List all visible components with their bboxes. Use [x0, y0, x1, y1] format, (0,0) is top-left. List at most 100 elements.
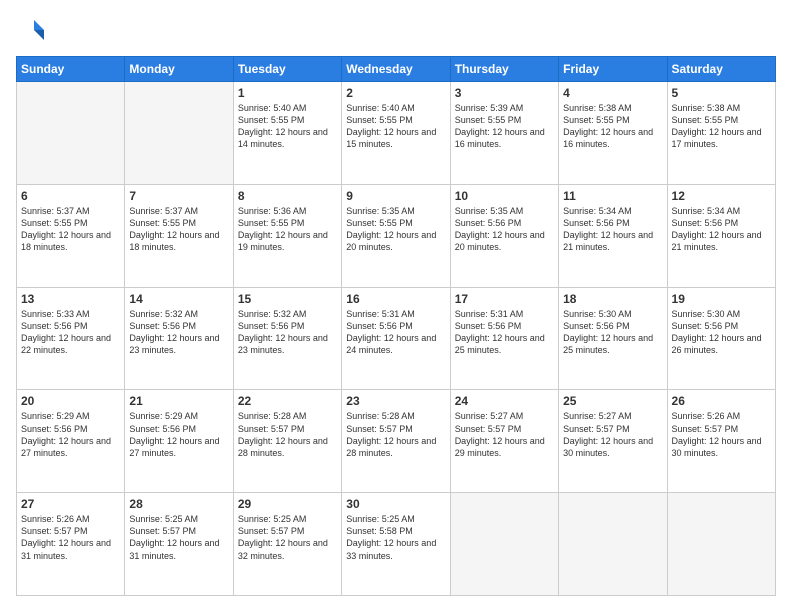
- calendar-cell: 9 Sunrise: 5:35 AM Sunset: 5:55 PM Daylig…: [342, 184, 450, 287]
- calendar-cell: 21 Sunrise: 5:29 AM Sunset: 5:56 PM Dayli…: [125, 390, 233, 493]
- calendar-week-row: 27 Sunrise: 5:26 AM Sunset: 5:57 PM Dayli…: [17, 493, 776, 596]
- day-info: Sunrise: 5:29 AM Sunset: 5:56 PM Dayligh…: [21, 410, 120, 459]
- day-info: Sunrise: 5:31 AM Sunset: 5:56 PM Dayligh…: [346, 308, 445, 357]
- calendar-cell: 24Sunrise: 5:27 AM Sunset: 5:57 PM Dayli…: [450, 390, 558, 493]
- calendar-cell: 30 Sunrise: 5:25 AM Sunset: 5:58 PM Dayli…: [342, 493, 450, 596]
- day-number: 6: [21, 189, 120, 203]
- day-info: Sunrise: 5:25 AM Sunset: 5:57 PM Dayligh…: [238, 513, 337, 562]
- weekday-header: Sunday: [17, 57, 125, 82]
- day-number: 23: [346, 394, 445, 408]
- calendar-cell: 6Sunrise: 5:37 AM Sunset: 5:55 PM Daylig…: [17, 184, 125, 287]
- page: SundayMondayTuesdayWednesdayThursdayFrid…: [0, 0, 792, 612]
- day-info: Sunrise: 5:32 AM Sunset: 5:56 PM Dayligh…: [129, 308, 228, 357]
- day-number: 30: [346, 497, 445, 511]
- day-number: 15: [238, 292, 337, 306]
- day-number: 11: [563, 189, 662, 203]
- day-info: Sunrise: 5:29 AM Sunset: 5:56 PM Dayligh…: [129, 410, 228, 459]
- calendar-cell: 25 Sunrise: 5:27 AM Sunset: 5:57 PM Dayli…: [559, 390, 667, 493]
- day-info: Sunrise: 5:38 AM Sunset: 5:55 PM Dayligh…: [672, 102, 771, 151]
- calendar-cell: 19 Sunrise: 5:30 AM Sunset: 5:56 PM Dayli…: [667, 287, 775, 390]
- day-number: 9: [346, 189, 445, 203]
- calendar-cell: 4 Sunrise: 5:38 AM Sunset: 5:55 PM Daylig…: [559, 82, 667, 185]
- day-info: Sunrise: 5:34 AM Sunset: 5:56 PM Dayligh…: [563, 205, 662, 254]
- calendar-cell: 26 Sunrise: 5:26 AM Sunset: 5:57 PM Dayli…: [667, 390, 775, 493]
- day-number: 8: [238, 189, 337, 203]
- day-number: 17: [455, 292, 554, 306]
- calendar-cell: 1 Sunrise: 5:40 AM Sunset: 5:55 PM Daylig…: [233, 82, 341, 185]
- calendar-cell: 16Sunrise: 5:31 AM Sunset: 5:56 PM Dayli…: [342, 287, 450, 390]
- calendar-cell: [559, 493, 667, 596]
- day-number: 7: [129, 189, 228, 203]
- day-info: Sunrise: 5:30 AM Sunset: 5:56 PM Dayligh…: [672, 308, 771, 357]
- day-info: Sunrise: 5:38 AM Sunset: 5:55 PM Dayligh…: [563, 102, 662, 151]
- day-number: 29: [238, 497, 337, 511]
- day-info: Sunrise: 5:30 AM Sunset: 5:56 PM Dayligh…: [563, 308, 662, 357]
- logo: [16, 16, 50, 46]
- day-info: Sunrise: 5:36 AM Sunset: 5:55 PM Dayligh…: [238, 205, 337, 254]
- calendar-cell: 10 Sunrise: 5:35 AM Sunset: 5:56 PM Dayli…: [450, 184, 558, 287]
- logo-icon: [16, 16, 46, 46]
- calendar-cell: 27 Sunrise: 5:26 AM Sunset: 5:57 PM Dayli…: [17, 493, 125, 596]
- day-number: 27: [21, 497, 120, 511]
- day-info: Sunrise: 5:35 AM Sunset: 5:56 PM Dayligh…: [455, 205, 554, 254]
- weekday-header: Monday: [125, 57, 233, 82]
- calendar-cell: 17 Sunrise: 5:31 AM Sunset: 5:56 PM Dayli…: [450, 287, 558, 390]
- day-info: Sunrise: 5:34 AM Sunset: 5:56 PM Dayligh…: [672, 205, 771, 254]
- calendar-cell: 29 Sunrise: 5:25 AM Sunset: 5:57 PM Dayli…: [233, 493, 341, 596]
- day-info: Sunrise: 5:33 AM Sunset: 5:56 PM Dayligh…: [21, 308, 120, 357]
- day-number: 4: [563, 86, 662, 100]
- day-info: Sunrise: 5:28 AM Sunset: 5:57 PM Dayligh…: [346, 410, 445, 459]
- calendar-table: SundayMondayTuesdayWednesdayThursdayFrid…: [16, 56, 776, 596]
- calendar-cell: 12 Sunrise: 5:34 AM Sunset: 5:56 PM Dayli…: [667, 184, 775, 287]
- day-number: 5: [672, 86, 771, 100]
- day-number: 10: [455, 189, 554, 203]
- calendar-cell: 2 Sunrise: 5:40 AM Sunset: 5:55 PM Daylig…: [342, 82, 450, 185]
- day-info: Sunrise: 5:26 AM Sunset: 5:57 PM Dayligh…: [21, 513, 120, 562]
- calendar-cell: 18 Sunrise: 5:30 AM Sunset: 5:56 PM Dayli…: [559, 287, 667, 390]
- day-info: Sunrise: 5:26 AM Sunset: 5:57 PM Dayligh…: [672, 410, 771, 459]
- day-number: 18: [563, 292, 662, 306]
- day-info: Sunrise: 5:28 AM Sunset: 5:57 PM Dayligh…: [238, 410, 337, 459]
- day-info: Sunrise: 5:40 AM Sunset: 5:55 PM Dayligh…: [238, 102, 337, 151]
- calendar-cell: 5 Sunrise: 5:38 AM Sunset: 5:55 PM Daylig…: [667, 82, 775, 185]
- day-number: 21: [129, 394, 228, 408]
- header: [16, 16, 776, 46]
- day-info: Sunrise: 5:25 AM Sunset: 5:57 PM Dayligh…: [129, 513, 228, 562]
- calendar-cell: 22 Sunrise: 5:28 AM Sunset: 5:57 PM Dayli…: [233, 390, 341, 493]
- calendar-cell: 23 Sunrise: 5:28 AM Sunset: 5:57 PM Dayli…: [342, 390, 450, 493]
- weekday-header: Thursday: [450, 57, 558, 82]
- weekday-header: Friday: [559, 57, 667, 82]
- day-number: 13: [21, 292, 120, 306]
- calendar-cell: 7Sunrise: 5:37 AM Sunset: 5:55 PM Daylig…: [125, 184, 233, 287]
- calendar-week-row: 6Sunrise: 5:37 AM Sunset: 5:55 PM Daylig…: [17, 184, 776, 287]
- day-number: 28: [129, 497, 228, 511]
- day-number: 25: [563, 394, 662, 408]
- calendar-cell: [450, 493, 558, 596]
- weekday-header: Wednesday: [342, 57, 450, 82]
- calendar-cell: 3 Sunrise: 5:39 AM Sunset: 5:55 PM Daylig…: [450, 82, 558, 185]
- day-info: Sunrise: 5:32 AM Sunset: 5:56 PM Dayligh…: [238, 308, 337, 357]
- day-info: Sunrise: 5:31 AM Sunset: 5:56 PM Dayligh…: [455, 308, 554, 357]
- day-info: Sunrise: 5:40 AM Sunset: 5:55 PM Dayligh…: [346, 102, 445, 151]
- calendar-week-row: 13 Sunrise: 5:33 AM Sunset: 5:56 PM Dayli…: [17, 287, 776, 390]
- calendar-cell: [125, 82, 233, 185]
- weekday-header: Saturday: [667, 57, 775, 82]
- calendar-cell: 8 Sunrise: 5:36 AM Sunset: 5:55 PM Daylig…: [233, 184, 341, 287]
- calendar-week-row: 1 Sunrise: 5:40 AM Sunset: 5:55 PM Daylig…: [17, 82, 776, 185]
- day-info: Sunrise: 5:27 AM Sunset: 5:57 PM Dayligh…: [563, 410, 662, 459]
- day-number: 2: [346, 86, 445, 100]
- calendar-cell: [667, 493, 775, 596]
- calendar-cell: 14Sunrise: 5:32 AM Sunset: 5:56 PM Dayli…: [125, 287, 233, 390]
- day-number: 1: [238, 86, 337, 100]
- day-info: Sunrise: 5:35 AM Sunset: 5:55 PM Dayligh…: [346, 205, 445, 254]
- day-number: 3: [455, 86, 554, 100]
- day-number: 24: [455, 394, 554, 408]
- day-info: Sunrise: 5:25 AM Sunset: 5:58 PM Dayligh…: [346, 513, 445, 562]
- day-number: 19: [672, 292, 771, 306]
- day-number: 12: [672, 189, 771, 203]
- day-info: Sunrise: 5:39 AM Sunset: 5:55 PM Dayligh…: [455, 102, 554, 151]
- day-number: 22: [238, 394, 337, 408]
- calendar-cell: 13 Sunrise: 5:33 AM Sunset: 5:56 PM Dayli…: [17, 287, 125, 390]
- day-number: 26: [672, 394, 771, 408]
- calendar-cell: 15 Sunrise: 5:32 AM Sunset: 5:56 PM Dayli…: [233, 287, 341, 390]
